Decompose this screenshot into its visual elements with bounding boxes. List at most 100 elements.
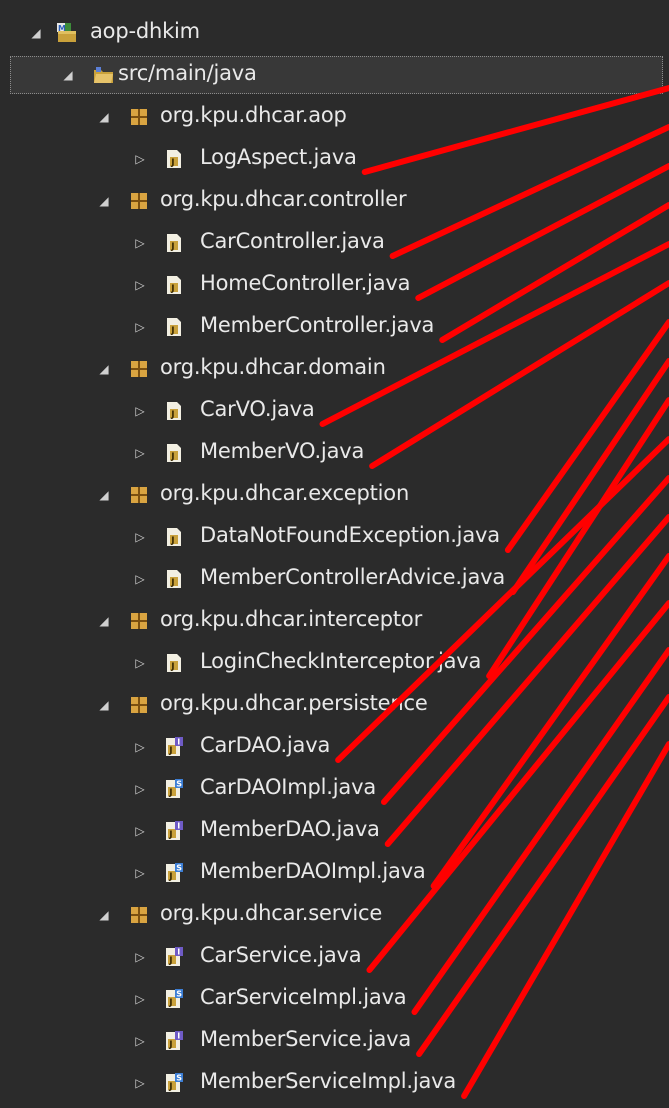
expand-toggle-icon[interactable]: ▷ [132,277,148,293]
svg-text:S: S [176,990,182,999]
expand-toggle-icon[interactable]: ▷ [132,1033,148,1049]
package-label: org.kpu.dhcar.service [160,901,383,925]
package-label: org.kpu.dhcar.domain [160,355,386,379]
collapse-toggle-icon[interactable]: ◢ [96,697,112,713]
svg-text:J: J [170,242,174,252]
expand-toggle-icon[interactable]: ▷ [132,949,148,965]
package-icon [128,694,150,716]
spring-bean-class-file-icon: JS [163,1072,185,1094]
package-label: org.kpu.dhcar.controller [160,187,407,211]
expand-toggle-icon[interactable]: ▷ [132,403,148,419]
tree-item-source-folder[interactable]: ◢ src/main/java [0,54,669,96]
tree-item-package[interactable]: ◢ org.kpu.dhcar.controller [0,180,669,222]
java-file-label: LogAspect.java [200,145,357,169]
svg-text:J: J [170,536,174,546]
tree-item-package[interactable]: ◢ org.kpu.dhcar.persistence [0,684,669,726]
java-class-file-icon: J [163,316,185,338]
java-file-label: MemberDAOImpl.java [200,859,426,883]
svg-text:J: J [170,158,174,168]
tree-item-java-file[interactable]: ▷ J MemberVO.java [0,432,669,474]
expand-toggle-icon[interactable]: ▷ [132,865,148,881]
collapse-toggle-icon[interactable]: ◢ [96,109,112,125]
tree-item-java-file[interactable]: ▷ J HomeController.java [0,264,669,306]
tree-item-package[interactable]: ◢ org.kpu.dhcar.service [0,894,669,936]
tree-item-java-file[interactable]: ▷ J I CarService.java [0,936,669,978]
java-file-label: CarService.java [200,943,362,967]
svg-text:J: J [170,662,174,672]
java-file-label: MemberServiceImpl.java [200,1069,457,1093]
package-icon [128,190,150,212]
svg-text:J: J [170,284,174,294]
expand-toggle-icon[interactable]: ▷ [132,739,148,755]
spring-bean-class-file-icon: JS [163,988,185,1010]
svg-text:S: S [176,780,182,789]
tree-item-java-file[interactable]: ▷ J S CarDAOImpl.java [0,768,669,810]
svg-text:J: J [168,830,172,840]
tree-item-java-file[interactable]: ▷ J I MemberDAO.java [0,810,669,852]
tree-item-java-file[interactable]: ▷ J I CarDAO.java [0,726,669,768]
tree-item-java-file[interactable]: ▷ J LoginCheckInterceptor.java [0,642,669,684]
tree-item-java-file[interactable]: ▷ J DataNotFoundException.java [0,516,669,558]
svg-text:J: J [168,998,172,1008]
svg-text:J: J [168,788,172,798]
collapse-toggle-icon[interactable]: ◢ [60,67,76,83]
package-explorer-tree: ◢ Maop-dhkim ◢ src/main/java ◢ org.kpu.dhcar.… [0,0,669,1108]
expand-toggle-icon[interactable]: ▷ [132,781,148,797]
svg-text:J: J [168,872,172,882]
java-class-file-icon: J [163,526,185,548]
package-icon [128,484,150,506]
expand-toggle-icon[interactable]: ▷ [132,445,148,461]
tree-item-package[interactable]: ◢ org.kpu.dhcar.aop [0,96,669,138]
java-file-label: CarController.java [200,229,385,253]
svg-text:J: J [168,1082,172,1092]
svg-text:I: I [177,738,180,747]
tree-item-java-file[interactable]: ▷ J S CarServiceImpl.java [0,978,669,1020]
expand-toggle-icon[interactable]: ▷ [132,655,148,671]
expand-toggle-icon[interactable]: ▷ [132,151,148,167]
svg-text:J: J [170,452,174,462]
collapse-toggle-icon[interactable]: ◢ [96,361,112,377]
java-file-label: CarServiceImpl.java [200,985,407,1009]
collapse-toggle-icon[interactable]: ◢ [28,25,44,41]
collapse-toggle-icon[interactable]: ◢ [96,907,112,923]
expand-toggle-icon[interactable]: ▷ [132,823,148,839]
expand-toggle-icon[interactable]: ▷ [132,235,148,251]
tree-item-project[interactable]: ◢ Maop-dhkim [0,12,669,54]
java-file-label: DataNotFoundException.java [200,523,500,547]
java-class-file-icon: J [163,400,185,422]
java-class-file-icon: J [163,274,185,296]
tree-item-java-file[interactable]: ▷ J MemberController.java [0,306,669,348]
tree-item-package[interactable]: ◢ org.kpu.dhcar.domain [0,348,669,390]
expand-toggle-icon[interactable]: ▷ [132,529,148,545]
svg-text:J: J [170,410,174,420]
expand-toggle-icon[interactable]: ▷ [132,991,148,1007]
tree-item-java-file[interactable]: ▷ J LogAspect.java [0,138,669,180]
tree-item-package[interactable]: ◢ org.kpu.dhcar.interceptor [0,600,669,642]
tree-item-java-file[interactable]: ▷ J S MemberDAOImpl.java [0,852,669,894]
tree-item-java-file[interactable]: ▷ J I MemberService.java [0,1020,669,1062]
package-label: org.kpu.dhcar.aop [160,103,347,127]
package-icon [128,106,150,128]
tree-item-java-file[interactable]: ▷ J S MemberServiceImpl.java [0,1062,669,1104]
tree-item-java-file[interactable]: ▷ J CarVO.java [0,390,669,432]
collapse-toggle-icon[interactable]: ◢ [96,193,112,209]
java-class-file-icon: J [163,232,185,254]
spring-bean-class-file-icon: JS [163,778,185,800]
expand-toggle-icon[interactable]: ▷ [132,571,148,587]
java-file-label: CarDAOImpl.java [200,775,376,799]
collapse-toggle-icon[interactable]: ◢ [96,487,112,503]
java-interface-file-icon: JI [163,946,185,968]
svg-text:S: S [176,1074,182,1083]
tree-item-package[interactable]: ◢ org.kpu.dhcar.exception [0,474,669,516]
svg-text:J: J [168,956,172,966]
java-file-label: MemberService.java [200,1027,412,1051]
expand-toggle-icon[interactable]: ▷ [132,319,148,335]
package-label: org.kpu.dhcar.exception [160,481,410,505]
svg-text:J: J [168,1040,172,1050]
tree-item-java-file[interactable]: ▷ J CarController.java [0,222,669,264]
tree-item-java-file[interactable]: ▷ J MemberControllerAdvice.java [0,558,669,600]
java-file-label: MemberDAO.java [200,817,380,841]
collapse-toggle-icon[interactable]: ◢ [96,613,112,629]
package-icon [128,358,150,380]
expand-toggle-icon[interactable]: ▷ [132,1075,148,1091]
